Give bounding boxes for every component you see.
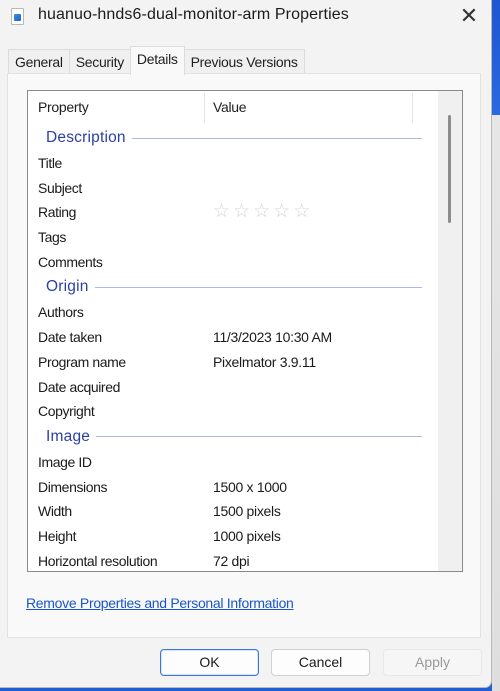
star-icon[interactable]: ☆ (293, 200, 310, 224)
group-label: Origin (46, 278, 89, 296)
property-name: Height (38, 527, 77, 544)
list-header: Property Value (28, 91, 438, 125)
group-label: Image (46, 427, 91, 445)
remove-properties-link[interactable]: Remove Properties and Personal Informati… (26, 595, 294, 611)
ok-button[interactable]: OK (160, 649, 259, 676)
column-header-property[interactable]: Property (38, 91, 89, 124)
list-item[interactable]: Subject (28, 176, 438, 201)
property-name: Subject (38, 179, 82, 196)
star-icon[interactable]: ☆ (213, 200, 230, 224)
property-name: Date acquired (38, 378, 120, 395)
property-name: Comments (38, 253, 103, 270)
property-name: Rating (38, 204, 77, 221)
tab-details[interactable]: Details (129, 46, 185, 75)
list-item[interactable]: Copyright (28, 399, 438, 424)
list-item[interactable]: Width 1500 pixels (28, 499, 438, 524)
property-name: Tags (38, 229, 66, 246)
list-item[interactable]: Tags (28, 225, 438, 250)
list-item[interactable]: Dimensions 1500 x 1000 (28, 475, 438, 500)
property-list[interactable]: Property Value Description Title Subject (27, 90, 463, 572)
apply-button[interactable]: Apply (383, 649, 482, 676)
group-header-origin: Origin (28, 274, 438, 300)
rating-stars[interactable]: ☆ ☆ ☆ ☆ ☆ (213, 200, 310, 224)
title-bar: huanuo-hnds6-dual-monitor-arm Properties… (0, 0, 491, 34)
property-name: Width (38, 503, 72, 520)
list-item[interactable]: Rating ☆ ☆ ☆ ☆ ☆ (28, 200, 438, 225)
star-icon[interactable]: ☆ (233, 200, 250, 224)
property-value[interactable]: 1500 pixels (213, 499, 281, 524)
group-label: Description (46, 129, 126, 146)
star-icon[interactable]: ☆ (273, 200, 290, 224)
column-divider[interactable] (204, 93, 205, 123)
list-item[interactable]: Height 1000 pixels (28, 524, 438, 549)
details-panel: Property Value Description Title Subject (7, 73, 481, 638)
property-name: Title (38, 155, 62, 171)
column-divider[interactable] (412, 93, 413, 123)
list-item[interactable]: Image ID (28, 450, 438, 475)
property-rows: Description Title Subject Rating ☆ ☆ ☆ ☆… (28, 125, 438, 571)
tab-previous-versions[interactable]: Previous Versions (183, 49, 305, 75)
list-item[interactable]: Program name Pixelmator 3.9.11 (28, 350, 438, 375)
property-name: Image ID (38, 453, 92, 470)
group-divider (94, 286, 422, 288)
list-item[interactable]: Authors (28, 300, 438, 325)
group-divider (96, 436, 422, 438)
list-item[interactable]: Title (28, 151, 438, 176)
property-name: Authors (38, 304, 84, 321)
property-name: Date taken (38, 329, 102, 346)
group-header-description: Description (28, 125, 438, 151)
tab-security[interactable]: Security (68, 49, 131, 75)
property-name: Horizontal resolution (38, 552, 158, 569)
property-value[interactable]: Pixelmator 3.9.11 (213, 350, 316, 375)
list-item[interactable]: Comments (28, 250, 438, 275)
vertical-scrollbar[interactable] (438, 91, 462, 571)
scrollbar-thumb[interactable] (448, 115, 451, 223)
column-header-value[interactable]: Value (213, 91, 247, 124)
tab-strip: General Security Details Previous Versio… (8, 46, 305, 75)
list-item[interactable]: Date taken 11/3/2023 10:30 AM (28, 325, 438, 350)
property-name: Copyright (38, 403, 95, 420)
property-value[interactable]: 1000 pixels (213, 524, 281, 549)
cancel-button[interactable]: Cancel (271, 649, 370, 676)
window-title: huanuo-hnds6-dual-monitor-arm Properties (38, 6, 349, 23)
tab-general[interactable]: General (8, 49, 70, 75)
property-value[interactable]: 1500 x 1000 (213, 475, 287, 500)
property-value[interactable]: 72 dpi (213, 549, 250, 571)
close-button[interactable]: ✕ (452, 2, 486, 30)
property-name: Dimensions (38, 478, 108, 495)
star-icon[interactable]: ☆ (253, 200, 270, 224)
properties-dialog: huanuo-hnds6-dual-monitor-arm Properties… (0, 0, 492, 688)
list-item[interactable]: Horizontal resolution 72 dpi (28, 549, 438, 571)
property-name: Program name (38, 353, 126, 370)
property-value[interactable]: 11/3/2023 10:30 AM (213, 325, 332, 350)
list-item[interactable]: Date acquired (28, 375, 438, 400)
group-header-image: Image (28, 424, 438, 450)
background-window (492, 0, 500, 691)
group-divider (131, 137, 422, 139)
image-file-icon (11, 8, 24, 25)
